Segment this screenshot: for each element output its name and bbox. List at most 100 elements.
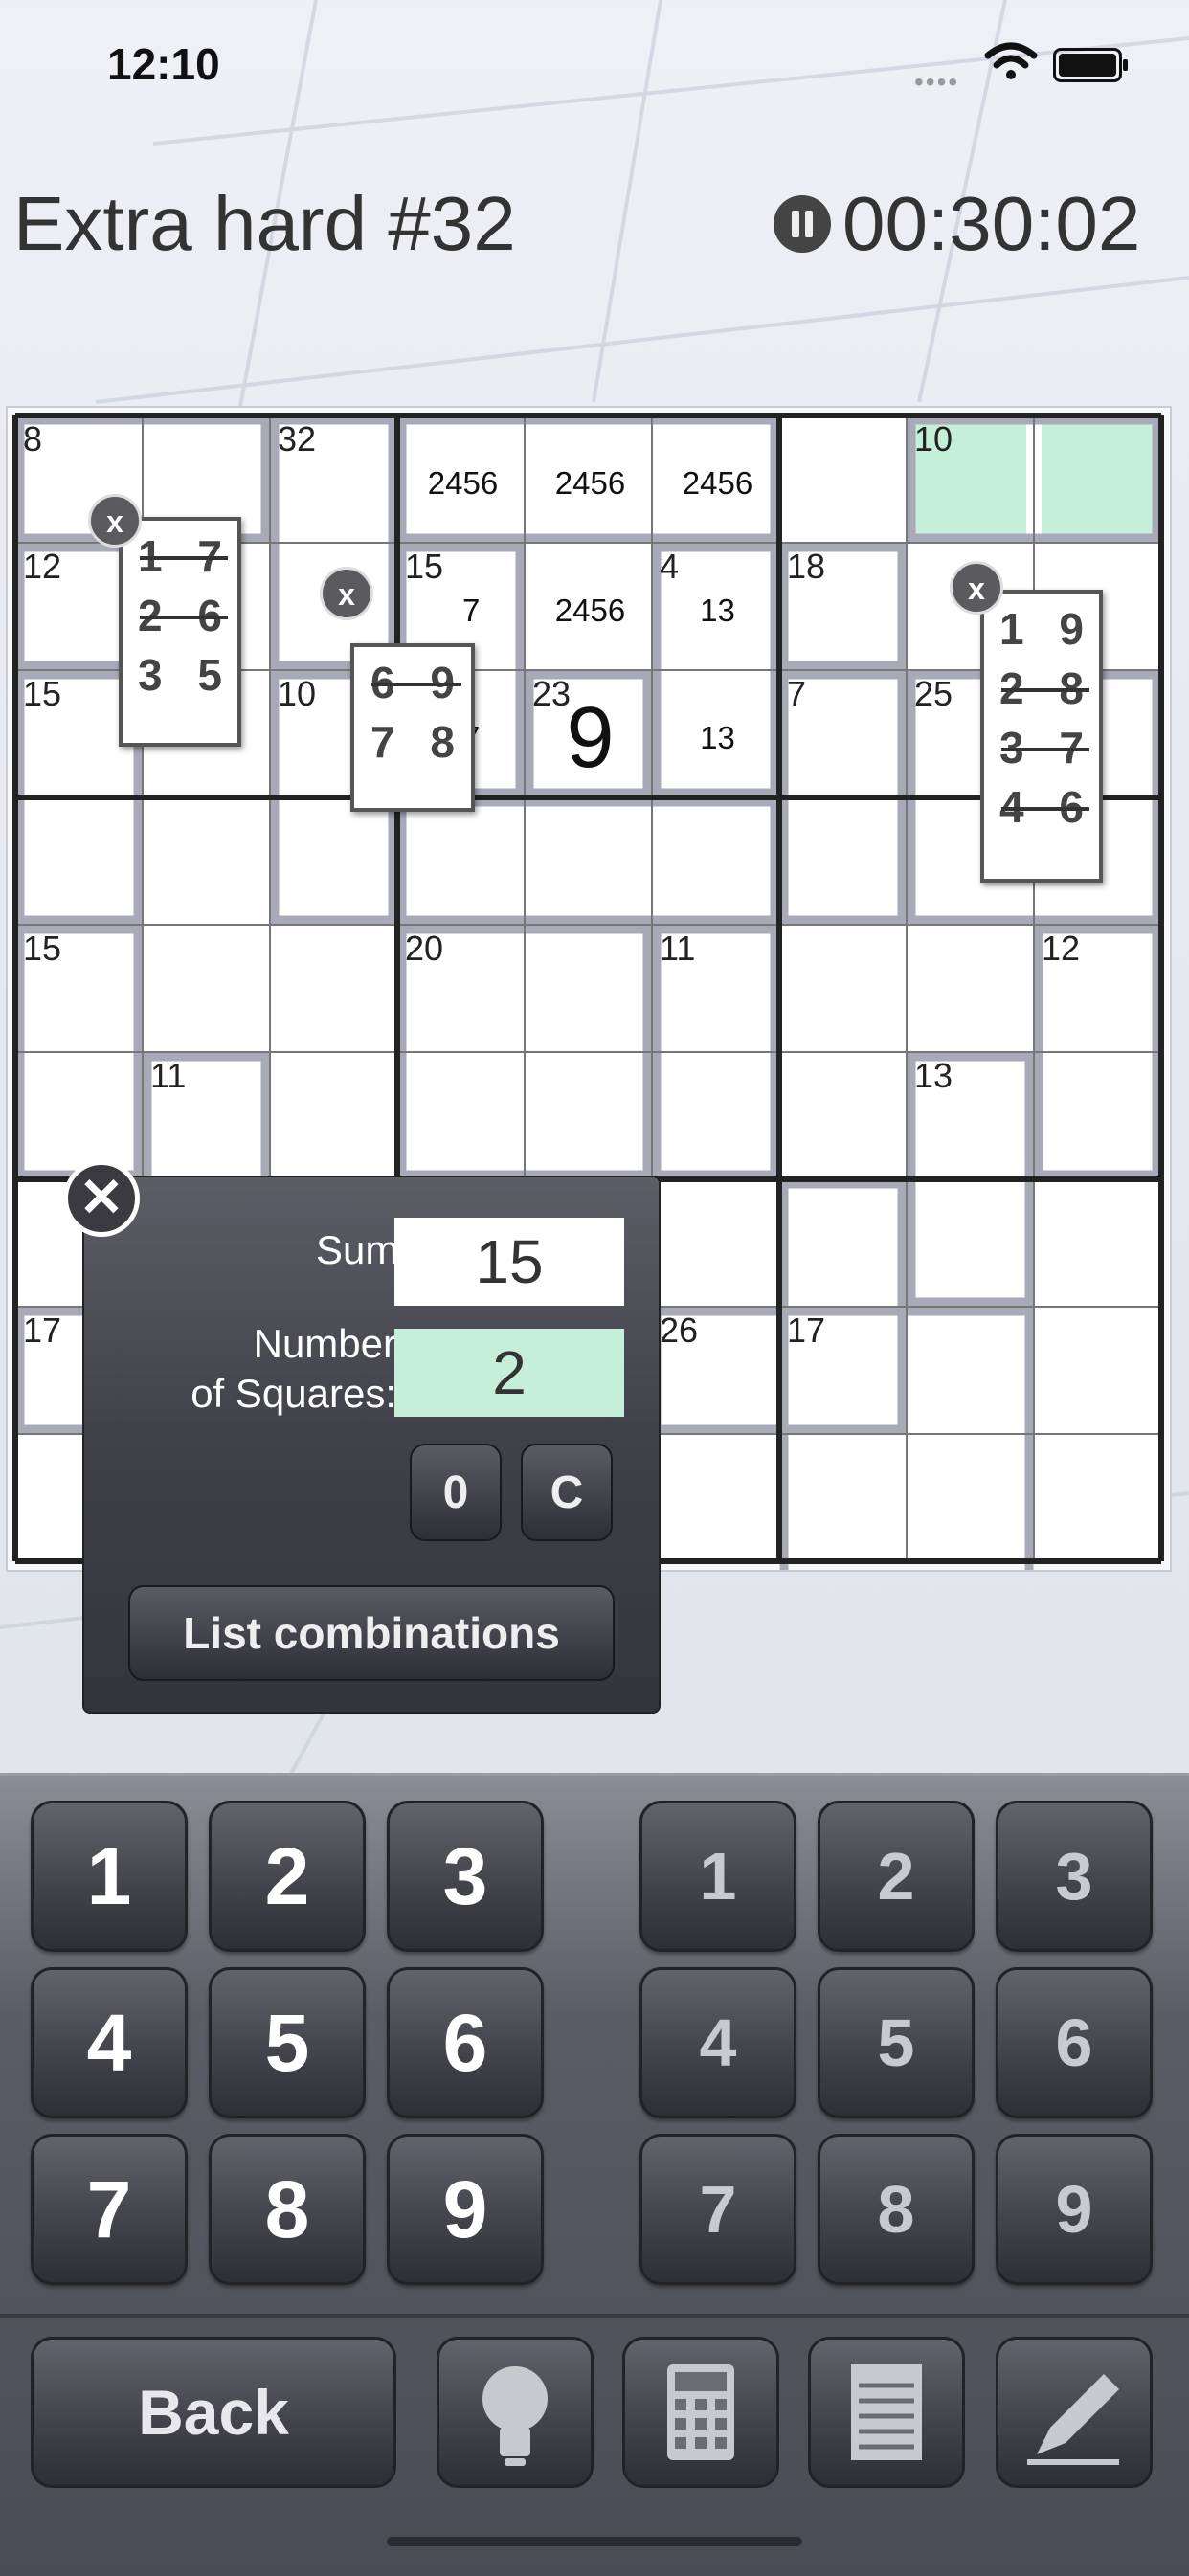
- board-cell[interactable]: [525, 925, 652, 1052]
- combination-row[interactable]: 2 8: [984, 659, 1099, 718]
- board-cell[interactable]: [907, 1434, 1034, 1561]
- cage-sum-label: 10: [278, 674, 317, 713]
- back-button[interactable]: Back: [31, 2337, 396, 2488]
- home-indicator: [387, 2537, 802, 2546]
- cage-sum-label: 32: [278, 419, 317, 459]
- pencil-digit-key-7[interactable]: 7: [639, 2134, 796, 2285]
- combination-row[interactable]: 1 9: [984, 599, 1099, 659]
- cage-sum-label: 8: [23, 419, 43, 459]
- notes-button[interactable]: [808, 2337, 965, 2488]
- pencil-digit-key-9[interactable]: 9: [996, 2134, 1153, 2285]
- number-of-squares-label: Number of Squares:: [103, 1319, 396, 1419]
- cage-sum-label: 18: [787, 547, 826, 586]
- board-cell[interactable]: [15, 797, 143, 925]
- calculator-button[interactable]: [622, 2337, 779, 2488]
- cage-sum-label: 12: [1042, 929, 1081, 968]
- pencil-button[interactable]: [996, 2337, 1153, 2488]
- cage-sum-label: 15: [23, 929, 62, 968]
- clear-button[interactable]: C: [521, 1444, 613, 1541]
- board-cell[interactable]: [779, 925, 907, 1052]
- board-cell[interactable]: [779, 797, 907, 925]
- digit-key-1[interactable]: 1: [31, 1801, 188, 1952]
- pencil-digit-key-3[interactable]: 3: [996, 1801, 1153, 1952]
- board-cell[interactable]: [907, 1307, 1034, 1434]
- board-cell[interactable]: [652, 1052, 779, 1179]
- combination-popup[interactable]: 1 92 83 74 6: [980, 590, 1103, 883]
- pencil-digit-key-1[interactable]: 1: [639, 1801, 796, 1952]
- board-cell[interactable]: [779, 1179, 907, 1307]
- combination-row[interactable]: 7 8: [354, 712, 471, 772]
- cage-sum-label: 15: [23, 674, 62, 713]
- calculator-icon: [667, 2364, 734, 2460]
- board-cell[interactable]: [525, 1052, 652, 1179]
- cage-sum-label: 26: [660, 1310, 699, 1350]
- cage-sum-label: 11: [660, 929, 696, 968]
- board-cell[interactable]: [779, 1434, 907, 1561]
- digit-key-9[interactable]: 9: [387, 2134, 544, 2285]
- pencil-candidates: 2456: [554, 593, 626, 628]
- close-popup-icon[interactable]: x: [320, 567, 373, 620]
- board-cell[interactable]: [652, 1179, 779, 1307]
- sum-label: Sum:: [315, 1227, 410, 1272]
- pencil-digit-key-2[interactable]: 2: [818, 1801, 975, 1952]
- cage-sum-label: 17: [787, 1310, 826, 1350]
- squares-count-field[interactable]: 2: [394, 1329, 624, 1417]
- board-cell[interactable]: [1034, 1052, 1161, 1179]
- number-label-line2: of Squares:: [191, 1371, 396, 1416]
- combination-row[interactable]: 3 7: [984, 718, 1099, 777]
- board-cell[interactable]: [1034, 1434, 1161, 1561]
- sum-field[interactable]: 15: [394, 1218, 624, 1306]
- combination-row[interactable]: 1 7: [123, 526, 237, 586]
- pause-icon[interactable]: [774, 195, 831, 253]
- digit-key-7[interactable]: 7: [31, 2134, 188, 2285]
- board-cell[interactable]: [907, 1179, 1034, 1307]
- board-cell[interactable]: [779, 415, 907, 543]
- pencil-candidates: 13: [700, 593, 735, 628]
- board-cell[interactable]: [652, 1434, 779, 1561]
- board-cell[interactable]: [779, 1052, 907, 1179]
- digit-key-8[interactable]: 8: [209, 2134, 366, 2285]
- cage-sum-label: 4: [660, 547, 680, 586]
- digit-key-4[interactable]: 4: [31, 1967, 188, 2118]
- pencil-digit-key-8[interactable]: 8: [818, 2134, 975, 2285]
- combination-row[interactable]: 6 9: [354, 653, 471, 712]
- board-cell[interactable]: [143, 797, 270, 925]
- pencil-digit-key-4[interactable]: 4: [639, 1967, 796, 2118]
- pencil-digit-key-5[interactable]: 5: [818, 1967, 975, 2118]
- combination-row[interactable]: 4 6: [984, 777, 1099, 837]
- digit-key-2[interactable]: 2: [209, 1801, 366, 1952]
- digit-key-5[interactable]: 5: [209, 1967, 366, 2118]
- digit-key-3[interactable]: 3: [387, 1801, 544, 1952]
- pencil-digit-key-6[interactable]: 6: [996, 1967, 1153, 2118]
- board-cell[interactable]: [397, 797, 525, 925]
- board-cell[interactable]: [1034, 1179, 1161, 1307]
- board-cell[interactable]: [270, 797, 397, 925]
- board-cell[interactable]: [15, 1052, 143, 1179]
- board-cell[interactable]: [652, 797, 779, 925]
- list-combinations-button[interactable]: List combinations: [128, 1585, 615, 1681]
- cage-sum-label: 13: [914, 1056, 953, 1095]
- board-cell[interactable]: [397, 1052, 525, 1179]
- close-calculator-icon[interactable]: ✕: [63, 1160, 140, 1237]
- board-cell[interactable]: [270, 1052, 397, 1179]
- zero-button[interactable]: 0: [410, 1444, 502, 1541]
- highlighted-cell: [1042, 423, 1154, 535]
- status-bar: 12:10 ••••: [0, 0, 1189, 124]
- number-keypad: Back 1 2 3 4 5 6 7 8 9 1 2 3 4 5 6 7 8 9: [0, 1773, 1189, 2576]
- board-cell[interactable]: [907, 925, 1034, 1052]
- pencil-candidates: 2456: [682, 465, 753, 501]
- hint-button[interactable]: [437, 2337, 594, 2488]
- combination-row[interactable]: 3 5: [123, 645, 237, 705]
- board-cell[interactable]: [143, 925, 270, 1052]
- board-cell[interactable]: [1034, 1307, 1161, 1434]
- combination-popup[interactable]: 6 97 8: [350, 643, 475, 812]
- digit-key-6[interactable]: 6: [387, 1967, 544, 2118]
- combination-popup[interactable]: 1 72 63 5: [119, 517, 241, 747]
- close-popup-icon[interactable]: x: [88, 494, 142, 548]
- board-cell[interactable]: [270, 925, 397, 1052]
- cage-sum-label: 20: [405, 929, 444, 968]
- combination-row[interactable]: 2 6: [123, 586, 237, 645]
- close-popup-icon[interactable]: x: [950, 561, 1003, 615]
- board-cell[interactable]: [525, 797, 652, 925]
- battery-icon: [1053, 48, 1128, 82]
